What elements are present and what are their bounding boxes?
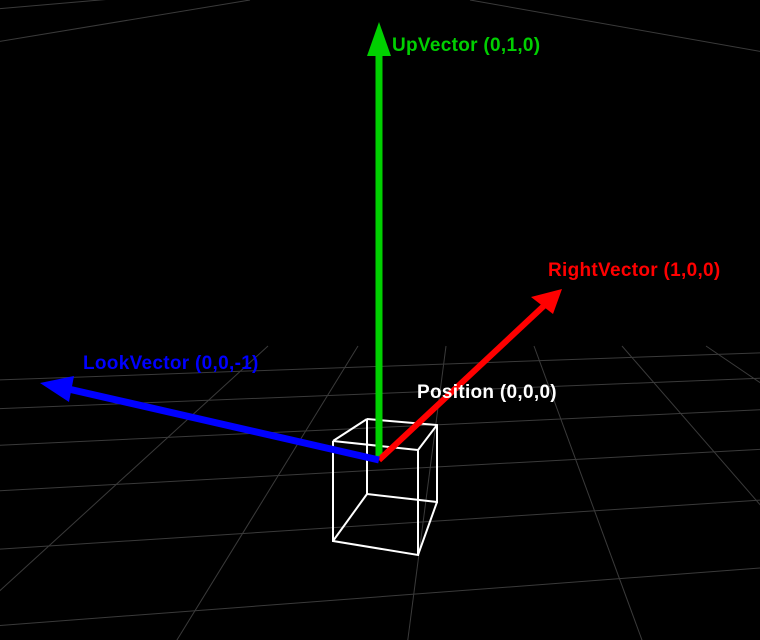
up-vector-arrow (367, 22, 391, 460)
look-vector-label: LookVector (0,0,-1) (83, 353, 259, 375)
up-vector-label: UpVector (0,1,0) (392, 35, 540, 57)
right-vector-arrow (379, 289, 562, 460)
scene-svg (0, 0, 760, 640)
position-label: Position (0,0,0) (417, 382, 557, 404)
coordinate-frame-diagram: UpVector (0,1,0) RightVector (1,0,0) Loo… (0, 0, 760, 640)
look-vector-arrow (40, 376, 379, 460)
right-vector-label: RightVector (1,0,0) (548, 260, 721, 282)
